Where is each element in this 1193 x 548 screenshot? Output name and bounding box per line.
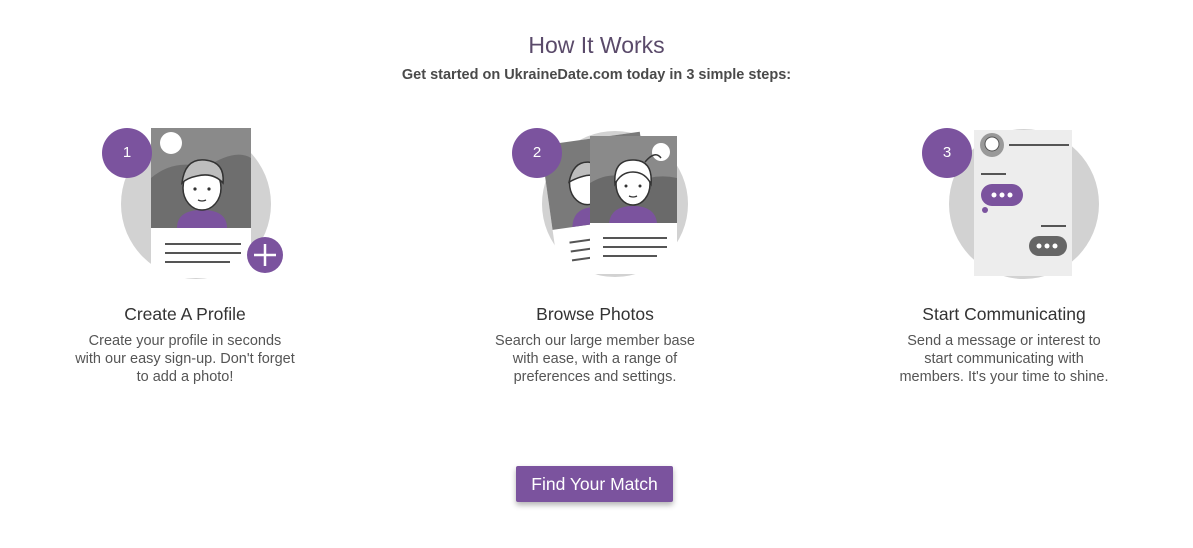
step-description: Search our large member base with ease, … — [495, 333, 695, 385]
page-title: How It Works — [528, 32, 665, 58]
step-number-badge: 2 — [512, 128, 562, 178]
chat-conversation-icon: 3 — [904, 128, 1104, 280]
step-start-communicating: 3 Start Communicating Send a message or … — [884, 128, 1124, 386]
step-number-badge: 3 — [922, 128, 972, 178]
step-title: Create A Profile — [124, 304, 246, 324]
step-description: Send a message or interest to start comm… — [899, 333, 1109, 385]
profile-card-add-photo-icon: 1 — [85, 128, 285, 280]
step-number-badge: 1 — [102, 128, 152, 178]
step-browse-photos: 2 Browse Photos Search our large member … — [475, 128, 715, 386]
step-title: Start Communicating — [922, 304, 1086, 324]
step-title: Browse Photos — [536, 304, 654, 324]
step-create-profile: 1 Create A Profile Create your profile i… — [65, 128, 305, 386]
photo-cards-browse-icon: 2 — [495, 128, 695, 280]
step-description: Create your profile in seconds with our … — [75, 333, 295, 385]
page-subtitle: Get started on UkraineDate.com today in … — [401, 67, 792, 83]
find-your-match-button[interactable]: Find Your Match — [516, 466, 673, 502]
